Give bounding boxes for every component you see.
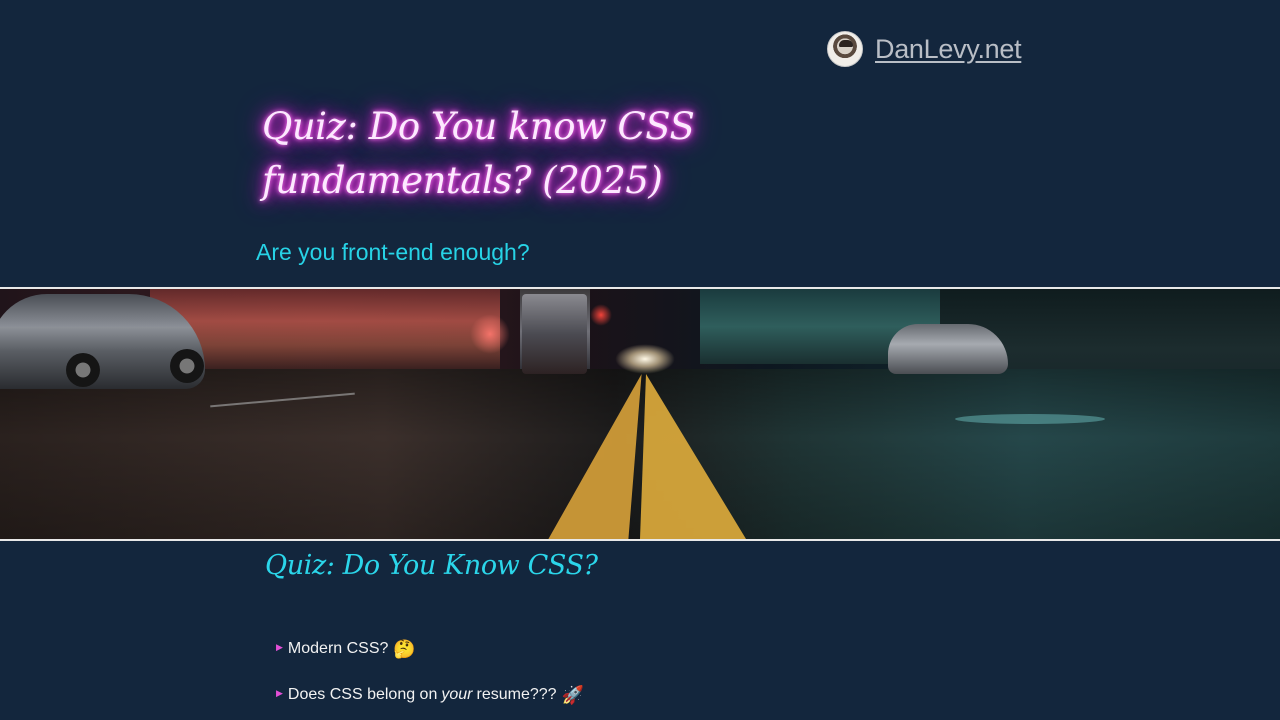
banner-car-wheel xyxy=(66,353,100,387)
intro-bullet-list: ▶ Modern CSS? 🤔 ▶ Does CSS belong on you… xyxy=(276,636,584,720)
bullet-text-emphasis: your xyxy=(441,686,473,703)
banner-puddle xyxy=(955,414,1105,424)
page-subtitle: Are you front-end enough? xyxy=(256,239,530,265)
page: DanLevy.net Quiz: Do You know CSS fundam… xyxy=(0,0,1280,720)
bullet-text-after: resume??? xyxy=(476,686,557,703)
list-item: ▶ Does CSS belong on your resume??? 🚀 xyxy=(276,682,584,708)
page-title: Quiz: Do You know CSS fundamentals? (202… xyxy=(262,105,695,202)
bullet-text-before: Does CSS belong on xyxy=(287,686,438,703)
thinking-face-icon: 🤔 xyxy=(393,638,416,659)
bullet-triangle-icon: ▶ xyxy=(276,641,283,652)
site-name[interactable]: DanLevy.net xyxy=(875,34,1022,65)
banner-headlight-glow xyxy=(615,344,675,374)
banner-traffic-light xyxy=(590,304,612,326)
banner-car-wheel xyxy=(170,349,204,383)
hero-banner-image xyxy=(0,287,1280,541)
site-home-link[interactable]: DanLevy.net xyxy=(827,31,1022,67)
avatar-icon xyxy=(827,31,863,67)
section-title: Quiz: Do You Know CSS? xyxy=(265,550,598,581)
banner-truck xyxy=(522,294,587,374)
banner-yellow-line-right xyxy=(640,374,746,539)
banner-car-right xyxy=(888,324,1008,374)
list-item: ▶ Modern CSS? 🤔 xyxy=(276,636,584,662)
bullet-text: Modern CSS? xyxy=(287,640,389,657)
banner-sign-glow xyxy=(470,314,510,354)
rocket-icon: 🚀 xyxy=(561,684,584,705)
bullet-triangle-icon: ▶ xyxy=(276,687,283,698)
